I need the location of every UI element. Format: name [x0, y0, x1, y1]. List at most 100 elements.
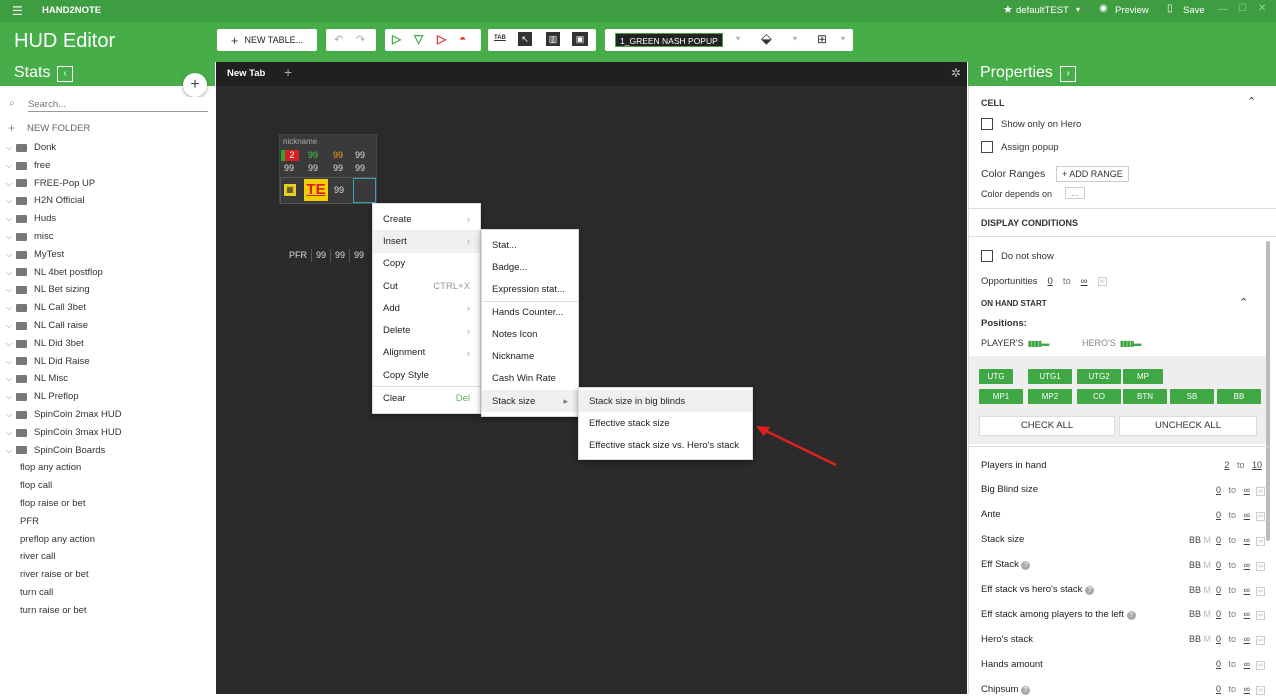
stat-item[interactable]: flop any action [6, 459, 122, 477]
maximize-icon[interactable]: ☐ [1238, 3, 1247, 14]
chevron-down-icon[interactable]: ⌵ [6, 175, 16, 193]
infinity-toggle-icon[interactable]: ∞ [1097, 277, 1107, 286]
chevron-down-icon[interactable]: ▾ [1076, 5, 1080, 14]
position-mp1[interactable]: MP1 [979, 389, 1023, 404]
menu-item-delete[interactable]: Delete › [373, 319, 480, 341]
units-toggle[interactable]: BB M [1189, 585, 1211, 595]
chevron-down-icon[interactable]: ⌵ [6, 370, 16, 388]
chevron-down-icon[interactable]: ⌵ [6, 281, 16, 299]
chevron-down-icon[interactable]: ⌵ [6, 210, 16, 228]
range-from-input[interactable]: 0 [1213, 634, 1224, 644]
stats-folder[interactable]: ⌵ NL Bet sizing [6, 281, 122, 299]
chevron-down-icon[interactable]: ⌵ [6, 139, 16, 157]
undo-icon[interactable]: ↶ [334, 33, 343, 46]
range-to-input[interactable]: ∞ [1241, 560, 1253, 570]
insert-item[interactable]: Notes Icon [482, 323, 578, 345]
position-utg1[interactable]: UTG1 [1028, 369, 1072, 384]
uncheck-all-button[interactable]: UNCHECK ALL [1119, 416, 1257, 436]
insert-item[interactable]: Stack size ▸ [482, 390, 578, 413]
position-btn[interactable]: BTN [1123, 389, 1167, 404]
columns-icon[interactable]: ▥ [546, 32, 560, 46]
new-table-button[interactable]: + NEW TABLE... [217, 29, 317, 51]
range-from-input[interactable]: 0 [1213, 535, 1224, 545]
popup-select[interactable]: 1_GREEN NASH POPUP [615, 33, 723, 47]
notes-icon[interactable]: ▦ [284, 184, 296, 196]
stats-folder[interactable]: ⌵ FREE-Pop UP [6, 175, 122, 193]
range-to-input[interactable]: ∞ [1241, 510, 1253, 520]
chevron-down-icon[interactable]: ▾ [841, 34, 845, 43]
tab-new-tab[interactable]: New Tab [227, 68, 265, 79]
position-mp[interactable]: MP [1123, 369, 1163, 384]
infinity-toggle-icon[interactable]: ∞ [1256, 511, 1265, 521]
chevron-down-icon[interactable]: ⌵ [6, 317, 16, 335]
search-input[interactable] [28, 97, 208, 112]
chevron-down-icon[interactable]: ⌵ [6, 335, 16, 353]
hud-cell[interactable]: 99 [331, 185, 347, 196]
add-range-button[interactable]: + ADD RANGE [1056, 166, 1129, 182]
insert-item[interactable]: Nickname [482, 345, 578, 367]
redo-icon[interactable]: ↷ [356, 33, 365, 46]
insert-filter-icon[interactable]: ▽ [414, 32, 423, 46]
menu-item-create[interactable]: Create › [373, 208, 480, 230]
hud-cell[interactable]: 2 [281, 150, 299, 161]
stats-folder[interactable]: ⌵ NL Misc [6, 370, 122, 388]
insert-item[interactable]: Cash Win Rate [482, 368, 578, 390]
insert-item[interactable]: Badge... [482, 256, 578, 278]
remove-filter-icon[interactable]: ◓ [459, 32, 466, 46]
stats-folder[interactable]: ⌵ NL Call 3bet [6, 299, 122, 317]
range-from-input[interactable]: 0 [1213, 659, 1224, 669]
minimize-icon[interactable]: — [1218, 4, 1228, 15]
pfr-row[interactable]: PFR 99 99 99 [285, 249, 368, 262]
infinity-toggle-icon[interactable]: ∞ [1256, 536, 1265, 546]
hud-cell[interactable]: 99 [330, 163, 346, 174]
stat-item[interactable]: PFR [6, 513, 122, 531]
units-toggle[interactable]: BB M [1189, 609, 1211, 619]
range-to-input[interactable]: ∞ [1241, 535, 1253, 545]
help-icon[interactable]: ? [1021, 685, 1031, 695]
range-to-input[interactable]: 10 [1249, 460, 1265, 470]
add-stat-button[interactable]: + [183, 73, 207, 97]
collapse-cell-icon[interactable]: ⌃ [1247, 95, 1256, 108]
stats-folder[interactable]: ⌵ Huds [6, 210, 122, 228]
stats-folder[interactable]: ⌵ SpinCoin Boards [6, 442, 122, 460]
position-co[interactable]: CO [1077, 389, 1121, 404]
add-tab-button[interactable]: + [284, 64, 292, 80]
do-not-show-checkbox[interactable]: Do not show [981, 250, 1054, 262]
range-from-input[interactable]: 0 [1213, 684, 1224, 694]
stats-folder[interactable]: ⌵ NL Did 3bet [6, 335, 122, 353]
chevron-down-icon[interactable]: ⌵ [6, 246, 16, 264]
collapse-properties-button[interactable]: › [1060, 66, 1076, 82]
hud-badge[interactable]: TE [304, 179, 328, 201]
position-utg[interactable]: UTG [979, 369, 1013, 384]
infinity-toggle-icon[interactable]: ∞ [1256, 611, 1265, 621]
hud-cell-selected[interactable] [353, 178, 376, 203]
infinity-toggle-icon[interactable]: ∞ [1256, 561, 1265, 571]
save-button[interactable]: Save [1183, 5, 1205, 16]
opp-to-input[interactable]: ∞ [1077, 276, 1092, 287]
chevron-down-icon[interactable]: ⌵ [6, 299, 16, 317]
chevron-down-icon[interactable]: ⌵ [6, 157, 16, 175]
hud-cell[interactable]: 99 [305, 150, 321, 161]
range-to-input[interactable]: ∞ [1241, 634, 1253, 644]
hud-cell[interactable]: 99 [305, 163, 321, 174]
range-from-input[interactable]: 0 [1213, 485, 1224, 495]
hud-cell[interactable]: 99 [352, 150, 368, 161]
insert-item[interactable]: Expression stat... [482, 279, 578, 301]
range-from-input[interactable]: 0 [1213, 560, 1224, 570]
chevron-down-icon[interactable]: ▾ [736, 34, 740, 43]
stats-folder[interactable]: ⌵ NL Preflop [6, 388, 122, 406]
heros-toggle[interactable]: HERO'S ▮▮▮▮▬ [1082, 338, 1141, 348]
check-all-button[interactable]: CHECK ALL [979, 416, 1115, 436]
stats-folder[interactable]: ⌵ NL Did Raise [6, 353, 122, 371]
units-toggle[interactable]: BB M [1189, 560, 1211, 570]
stat-item[interactable]: flop call [6, 477, 122, 495]
range-from-input[interactable]: 2 [1221, 460, 1232, 470]
infinity-toggle-icon[interactable]: ∞ [1256, 586, 1265, 596]
range-to-input[interactable]: ∞ [1241, 659, 1253, 669]
gear-icon[interactable]: ✲ [951, 66, 961, 80]
remove-stat-icon[interactable]: ▷ [437, 32, 446, 46]
position-bb[interactable]: BB [1217, 389, 1261, 404]
stat-item[interactable]: flop raise or bet [6, 495, 122, 513]
menu-item-clear[interactable]: Clear Del [373, 386, 480, 408]
insert-item[interactable]: Hands Counter... [482, 300, 578, 323]
